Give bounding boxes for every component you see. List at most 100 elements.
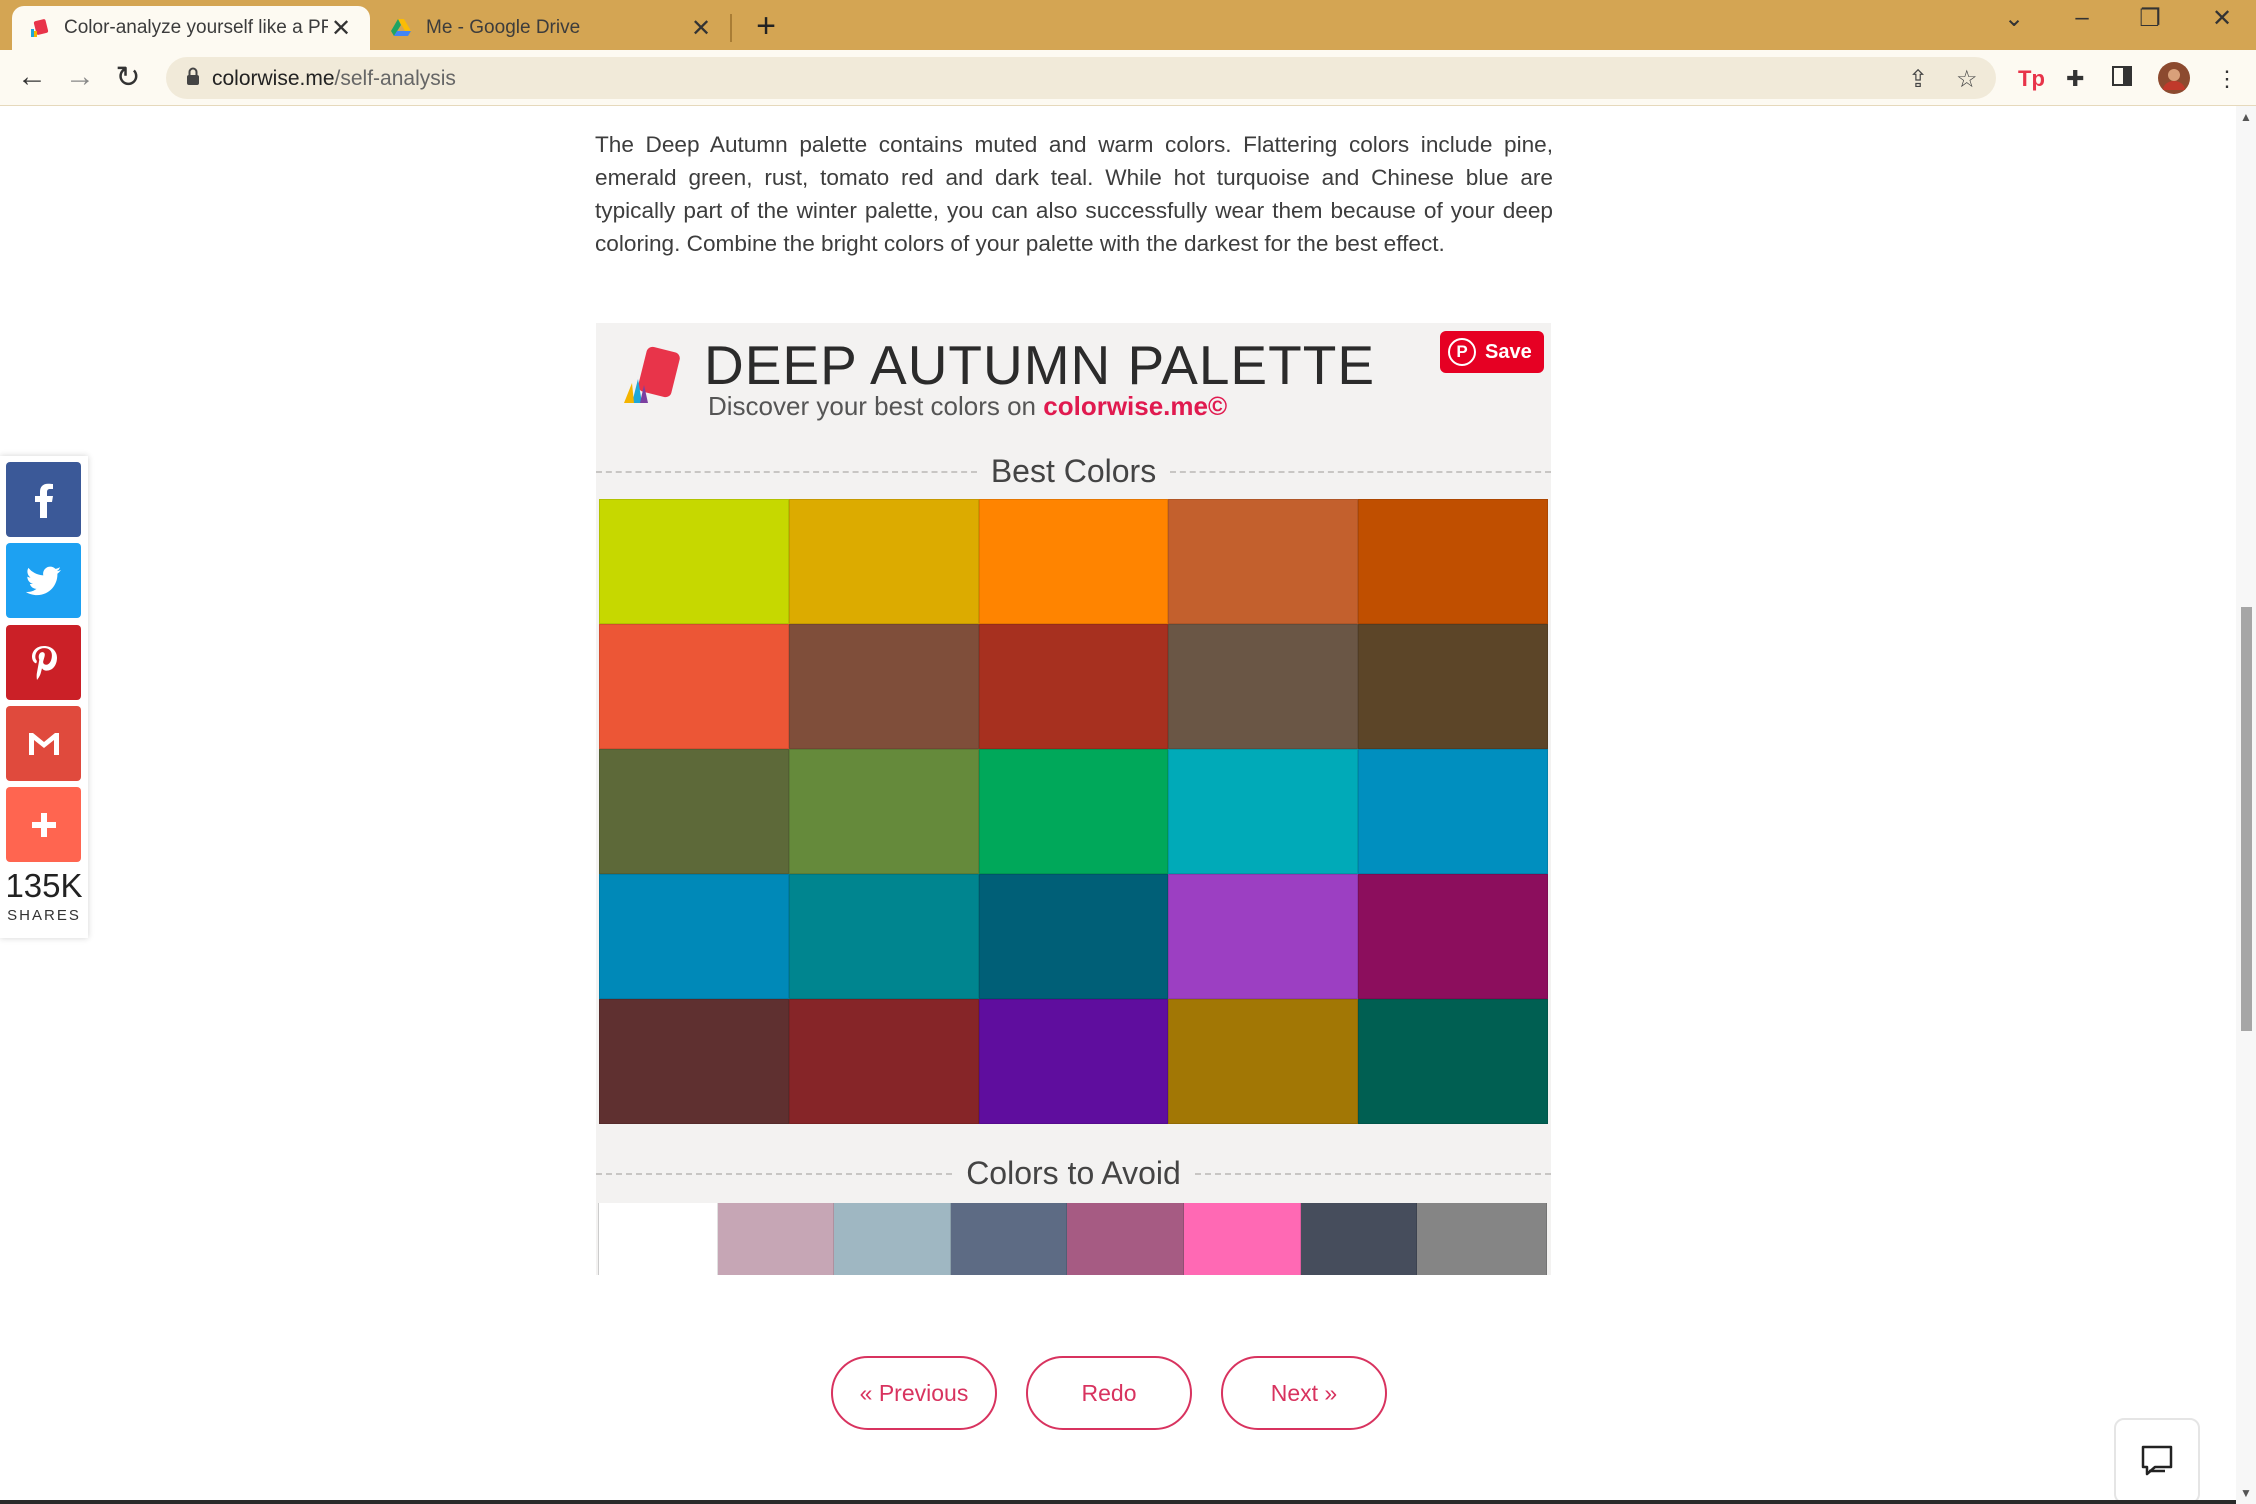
next-button[interactable]: Next » [1221,1356,1387,1430]
chat-bubble-icon [2141,1445,2173,1476]
color-swatch [1168,499,1359,624]
color-swatch [978,624,1169,749]
social-share-bar: 135K SHARES [0,456,88,938]
color-swatch [978,874,1169,999]
avoid-color-swatch [1300,1203,1418,1275]
scrollbar-thumb[interactable] [2241,607,2252,1031]
browser-tab-strip: Color-analyze yourself like a PRO ✕ Me -… [0,0,2256,50]
scroll-up-icon[interactable]: ▲ [2240,110,2252,124]
facebook-icon [34,483,53,518]
divider [596,470,977,473]
brand-link-text: colorwise.me [1043,391,1208,421]
share-page-icon[interactable]: ⇪ [1908,65,1928,94]
copyright-mark: © [1207,391,1228,421]
minimize-icon[interactable]: – [2060,4,2104,32]
window-bottom-edge [0,1500,2236,1504]
divider [1170,470,1552,473]
bookmark-star-icon[interactable]: ☆ [1956,65,1978,94]
deep-autumn-palette-image: DEEP AUTUMN PALETTE Discover your best c… [596,323,1552,1275]
colorwise-favicon-icon [28,17,50,39]
redo-button[interactable]: Redo [1026,1356,1192,1430]
color-swatch [1358,749,1548,874]
tab-separator [730,14,732,42]
twitter-share-button[interactable] [6,543,81,618]
browser-menu-icon[interactable]: ⋮ [2216,66,2238,92]
color-swatch [788,999,979,1124]
palette-subtitle: Discover your best colors on colorwise.m… [708,391,1227,422]
best-colors-header: Best Colors [596,453,1552,490]
avoid-color-swatch [1067,1203,1185,1275]
tab-title: Color-analyze yourself like a PRO [64,17,328,38]
pinterest-p-icon [31,645,57,680]
new-tab-button[interactable]: + [748,7,784,46]
subtitle-text: Discover your best colors on [708,391,1044,421]
color-swatch [1358,499,1548,624]
color-swatch [978,749,1169,874]
color-swatch [978,499,1169,624]
forward-icon[interactable]: → [60,60,100,94]
extensions-puzzle-icon[interactable]: ✚ [2066,66,2084,92]
close-tab-icon[interactable]: ✕ [688,14,714,43]
color-swatch [1168,749,1359,874]
tab-title: Me - Google Drive [426,17,581,38]
tab-google-drive[interactable]: Me - Google Drive ✕ [374,6,730,50]
avoid-color-swatch [1417,1203,1547,1275]
divider [596,1172,953,1175]
color-swatch [788,874,979,999]
color-swatch [978,999,1169,1124]
close-tab-icon[interactable]: ✕ [328,14,354,43]
best-colors-grid [599,499,1548,1124]
tab-search-icon[interactable]: ⌄ [1992,4,2036,33]
avoid-color-swatch [950,1203,1068,1275]
color-swatch [788,749,979,874]
avoid-colors-header: Colors to Avoid [596,1155,1552,1192]
palette-description: The Deep Autumn palette contains muted a… [595,132,1553,256]
avoid-color-swatch [1184,1203,1301,1275]
more-share-button[interactable] [6,787,81,862]
pinterest-save-button[interactable]: P Save [1440,331,1544,373]
save-label: Save [1485,340,1532,363]
color-swatch [788,499,979,624]
color-swatch [599,874,789,999]
twitter-icon [25,566,61,595]
color-swatch [599,749,789,874]
palette-title: DEEP AUTUMN PALETTE [704,334,1375,396]
avoid-color-swatch [598,1203,718,1275]
color-swatch [1168,874,1359,999]
gmail-share-button[interactable] [6,706,81,781]
pinterest-icon: P [1448,338,1476,366]
color-swatch [599,499,789,624]
avoid-color-swatch [834,1203,951,1275]
url-text[interactable]: colorwise.me/self-analysis [212,67,456,91]
share-count: 135K [5,867,83,904]
scroll-down-icon[interactable]: ▼ [2240,1486,2252,1500]
chat-widget-button[interactable] [2114,1418,2200,1504]
url-path: /self-analysis [334,67,456,90]
tab-colorwise[interactable]: Color-analyze yourself like a PRO ✕ [12,6,370,50]
avoid-color-swatch [717,1203,835,1275]
previous-button[interactable]: « Previous [831,1356,997,1430]
page-scrollbar[interactable]: ▲ ▼ [2236,106,2256,1504]
browser-toolbar: ← → ↻ colorwise.me/self-analysis ⇪ ☆ Tp … [0,50,2256,106]
colorwise-logo-icon [618,343,690,415]
reload-icon[interactable]: ↻ [108,60,148,95]
divider [1194,1172,1552,1175]
profile-avatar[interactable] [2158,62,2190,100]
color-swatch [1358,624,1548,749]
address-bar[interactable]: colorwise.me/self-analysis ⇪ ☆ [166,57,1996,99]
pinterest-share-button[interactable] [6,625,81,700]
color-swatch [1168,999,1359,1124]
best-colors-label: Best Colors [990,453,1157,489]
color-swatch [1168,624,1359,749]
restore-icon[interactable]: ❐ [2128,4,2172,33]
close-window-icon[interactable]: ✕ [2200,4,2244,33]
color-swatch [1358,999,1548,1124]
google-drive-icon [390,17,412,39]
back-icon[interactable]: ← [12,60,52,94]
color-swatch [788,624,979,749]
tp-extension-icon[interactable]: Tp [2018,66,2045,92]
side-panel-icon[interactable] [2112,66,2132,92]
plus-icon [31,812,56,837]
lock-icon [186,67,200,87]
facebook-share-button[interactable] [6,462,81,537]
